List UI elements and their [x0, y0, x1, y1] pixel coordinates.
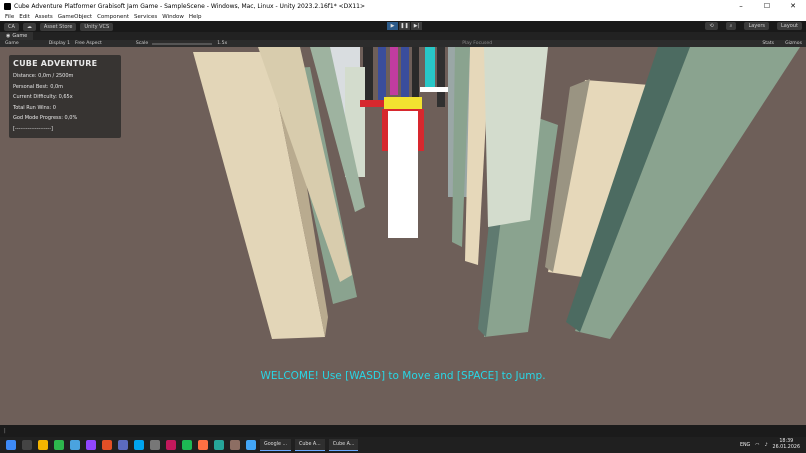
layout-dropdown[interactable]: Layout: [777, 22, 802, 30]
app-icon[interactable]: [38, 440, 48, 450]
start-icon[interactable]: [6, 440, 16, 450]
display-dropdown[interactable]: Display 1: [49, 41, 70, 46]
account-label: CA: [8, 23, 15, 30]
menu-services[interactable]: Services: [134, 14, 157, 20]
windows-taskbar: Google ... Cube A... Cube A... ENG ◠ ♪ 1…: [0, 437, 806, 453]
play-button[interactable]: ▶: [387, 22, 398, 30]
hud-god-mode: God Mode Progress: 0,0%: [13, 115, 78, 121]
tab-bar: ◉ Game: [0, 32, 806, 40]
tab-game-label: Game: [12, 33, 28, 39]
step-button[interactable]: ▶|: [411, 22, 422, 30]
menu-window[interactable]: Window: [162, 14, 184, 20]
app-icon[interactable]: [70, 440, 80, 450]
close-button[interactable]: ✕: [780, 0, 806, 12]
hud-title: CUBE ADVENTURE: [13, 59, 98, 68]
clock[interactable]: 18:39 26.01.2026: [773, 439, 800, 451]
system-tray: ENG ◠ ♪ 18:39 26.01.2026: [740, 437, 800, 453]
volume-icon[interactable]: ♪: [764, 443, 767, 448]
layout-label: Layout: [781, 23, 798, 29]
app-icon[interactable]: [118, 440, 128, 450]
hud-personal-best: Personal Best: 0,0m: [13, 83, 64, 90]
pause-button[interactable]: ❚❚: [399, 22, 410, 30]
status-bar: |: [0, 425, 806, 437]
app-icon[interactable]: [182, 440, 192, 450]
play-focused-dropdown[interactable]: Play Focused: [462, 41, 492, 46]
scale-label: Scale: [135, 41, 149, 46]
menu-help[interactable]: Help: [189, 14, 202, 20]
unity-logo-icon: [4, 2, 11, 10]
welcome-message: WELCOME! Use [WASD] to Move and [SPACE] …: [260, 370, 546, 382]
window-title: Cube Adventure Platformer Grabisoft Jam …: [14, 2, 366, 10]
search-icon[interactable]: ⌕: [725, 22, 737, 30]
menu-edit[interactable]: Edit: [19, 14, 30, 20]
menu-assets[interactable]: Assets: [35, 14, 53, 20]
taskbar-chrome-label: Google ...: [264, 442, 288, 447]
toolbar-right: ⟲ ⌕ Layers Layout: [701, 22, 802, 30]
hud-difficulty: Current Difficulty: 0,65x: [13, 94, 73, 100]
stats-button[interactable]: Stats: [762, 41, 774, 46]
taskbar-vs-label: Cube A...: [332, 442, 355, 447]
asset-store-button[interactable]: Asset Store: [39, 22, 77, 31]
vcs-button[interactable]: Unity VCS: [80, 22, 114, 31]
app-icon[interactable]: [214, 440, 224, 450]
menu-gameobject[interactable]: GameObject: [58, 14, 92, 20]
maximize-button[interactable]: ☐: [754, 0, 780, 12]
hud-distance: Distance: 0,0m / 2500m: [13, 73, 74, 79]
main-toolbar: CA ☁ Asset Store Unity VCS ▶ ❚❚ ▶| ⟲ ⌕ L…: [0, 21, 806, 32]
play-controls: ▶ ❚❚ ▶|: [387, 22, 422, 30]
hud-panel: CUBE ADVENTURE Distance: 0,0m / 2500m Pe…: [9, 55, 121, 138]
app-icon[interactable]: [246, 440, 256, 450]
taskbar-vs[interactable]: Cube A...: [328, 439, 359, 451]
taskbar-unity-label: Cube A...: [299, 442, 321, 447]
app-icon[interactable]: [230, 440, 240, 450]
status-icon: |: [4, 428, 6, 434]
app-icon[interactable]: [134, 440, 144, 450]
wifi-icon[interactable]: ◠: [755, 443, 759, 448]
search-taskbar-icon[interactable]: [22, 440, 32, 450]
taskbar-unity[interactable]: Cube A...: [295, 439, 325, 451]
menu-bar: File Edit Assets GameObject Component Se…: [0, 12, 806, 21]
gizmos-dropdown[interactable]: Gizmos: [785, 41, 802, 46]
menu-component[interactable]: Component: [97, 14, 129, 20]
app-icon[interactable]: [102, 440, 112, 450]
clock-date: 26.01.2026: [772, 445, 800, 450]
hud-progress-bar: [--------------------]: [13, 125, 53, 132]
aspect-dropdown[interactable]: Free Aspect: [75, 41, 102, 46]
app-icon[interactable]: [150, 440, 160, 450]
minimize-button[interactable]: –: [728, 0, 754, 12]
cloud-icon[interactable]: ☁: [22, 22, 36, 31]
window-titlebar: Cube Adventure Platformer Grabisoft Jam …: [0, 0, 806, 12]
scale-value: 1.5x: [217, 41, 228, 46]
asset-store-label: Asset Store: [43, 23, 73, 30]
language-indicator[interactable]: ENG: [740, 443, 750, 448]
taskbar-chrome[interactable]: Google ...: [260, 439, 292, 451]
game-mode-dropdown[interactable]: Game: [5, 41, 19, 46]
app-icon[interactable]: [166, 440, 176, 450]
app-icon[interactable]: [86, 440, 96, 450]
hud-wins: Total Run Wins: 0: [13, 104, 56, 111]
tab-game[interactable]: ◉ Game: [0, 32, 34, 40]
layers-dropdown[interactable]: Layers: [744, 22, 769, 30]
game-view-toolbar: Game Display 1 Free Aspect Scale 1.5x Pl…: [0, 40, 806, 47]
menu-file[interactable]: File: [5, 14, 14, 20]
gamepad-icon: ◉: [6, 33, 11, 39]
history-icon[interactable]: ⟲: [705, 22, 718, 30]
game-viewport[interactable]: CUBE ADVENTURE Distance: 0,0m / 2500m Pe…: [0, 47, 806, 425]
layers-label: Layers: [748, 23, 765, 29]
vcs-label: Unity VCS: [84, 23, 110, 30]
account-button[interactable]: CA: [4, 22, 19, 31]
app-icon[interactable]: [198, 440, 208, 450]
app-icon[interactable]: [54, 440, 64, 450]
scale-slider[interactable]: [152, 42, 213, 45]
